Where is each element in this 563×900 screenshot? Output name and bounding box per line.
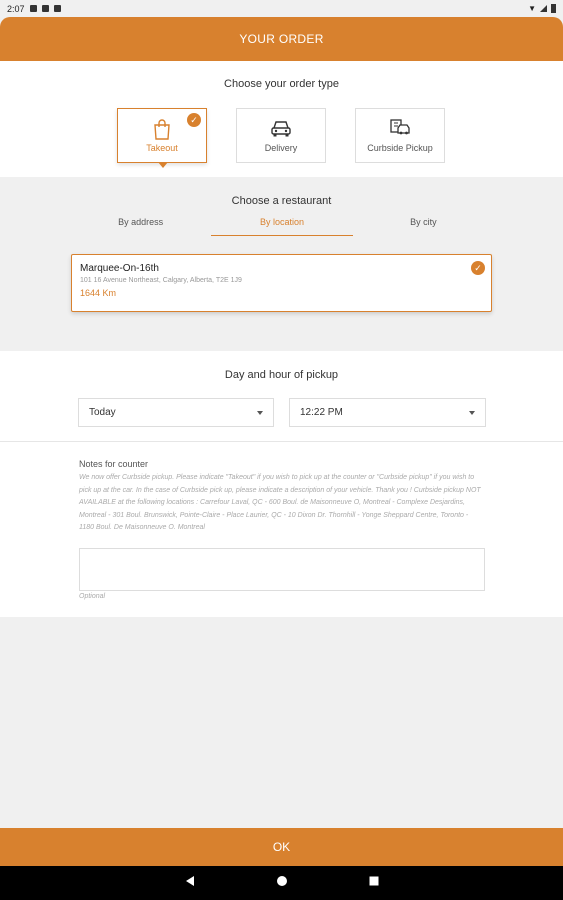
- order-type-title: Choose your order type: [224, 78, 339, 90]
- notes-optional-hint: Optional: [79, 593, 106, 600]
- selected-check-icon: ✓: [471, 261, 485, 275]
- signal-icon: [540, 5, 547, 12]
- time-select-value: 12:22 PM: [300, 407, 343, 418]
- notification-icon: [29, 5, 37, 12]
- restaurant-section: Choose a restaurant By address By locati…: [0, 177, 563, 351]
- pickup-section: Day and hour of pickup Today 12:22 PM: [0, 351, 563, 442]
- day-select-value: Today: [89, 407, 116, 418]
- page-title: YOUR ORDER: [239, 32, 324, 46]
- tab-by-location[interactable]: By location: [211, 217, 353, 236]
- wifi-icon: ▼: [528, 4, 536, 13]
- recents-icon[interactable]: [368, 874, 380, 892]
- order-type-delivery[interactable]: Delivery: [236, 108, 326, 163]
- system-nav-bar: [0, 866, 563, 900]
- restaurant-card[interactable]: Marquee-On-16th 101 16 Avenue Northeast,…: [71, 254, 492, 312]
- home-icon[interactable]: [276, 874, 288, 892]
- battery-icon: [551, 4, 556, 13]
- tab-by-address[interactable]: By address: [70, 217, 211, 236]
- order-type-section: Choose your order type ✓ Takeout Deliver…: [0, 61, 563, 177]
- order-type-takeout[interactable]: ✓ Takeout: [117, 108, 207, 168]
- sd-card-icon: [41, 5, 49, 12]
- status-bar: 2:07 ▼: [0, 0, 563, 17]
- ok-button-label: OK: [272, 840, 291, 854]
- ok-button[interactable]: OK: [0, 828, 563, 866]
- pickup-title: Day and hour of pickup: [224, 369, 339, 381]
- notes-input[interactable]: [79, 548, 485, 591]
- tab-by-city[interactable]: By city: [353, 217, 494, 236]
- restaurant-distance: 1644 Km: [80, 288, 117, 298]
- restaurant-address: 101 16 Avenue Northeast, Calgary, Albert…: [80, 277, 242, 284]
- header-bar: YOUR ORDER: [0, 17, 563, 61]
- status-time: 2:07: [7, 3, 25, 14]
- order-type-label: Takeout: [146, 143, 178, 153]
- notes-section: Notes for counter We now offer Curbside …: [0, 442, 563, 617]
- order-type-curbside[interactable]: Curbside Pickup: [355, 108, 445, 163]
- notes-label: Notes for counter: [79, 459, 149, 469]
- back-icon[interactable]: [184, 874, 196, 892]
- order-type-label: Delivery: [264, 143, 298, 153]
- restaurant-name: Marquee-On-16th: [80, 263, 159, 274]
- restaurant-title: Choose a restaurant: [231, 195, 332, 207]
- bag-icon: [152, 118, 172, 142]
- notes-help-text: We now offer Curbside pickup. Please ind…: [79, 474, 481, 531]
- shield-icon: [53, 5, 61, 12]
- day-select[interactable]: Today: [78, 398, 274, 427]
- selected-check-icon: ✓: [187, 113, 201, 127]
- time-select[interactable]: 12:22 PM: [289, 398, 486, 427]
- curbside-icon: [389, 118, 411, 140]
- car-icon: [270, 118, 292, 140]
- dropdown-arrow-icon: [257, 410, 263, 415]
- order-type-label: Curbside Pickup: [367, 143, 433, 153]
- dropdown-arrow-icon: [469, 410, 475, 415]
- restaurant-tabs: By address By location By city: [70, 217, 494, 236]
